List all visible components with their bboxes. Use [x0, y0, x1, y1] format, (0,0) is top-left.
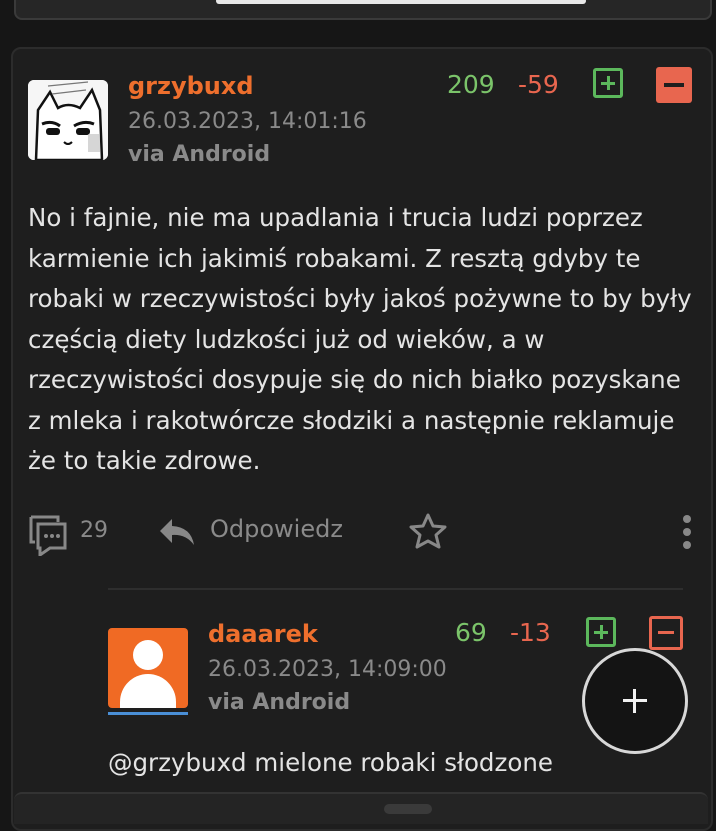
- add-comment-button[interactable]: [582, 648, 688, 754]
- reply-via: via Android: [208, 690, 351, 715]
- reply-score-minus: -13: [510, 618, 551, 647]
- comment-score-plus: 209: [447, 70, 495, 99]
- comment-date: 26.03.2023, 14:01:16: [128, 109, 367, 134]
- reply-upvote-button[interactable]: [586, 617, 616, 647]
- default-avatar-head: [133, 640, 163, 670]
- divider: [108, 588, 683, 590]
- more-vertical-icon[interactable]: [680, 514, 694, 554]
- default-avatar-body: [120, 674, 176, 708]
- comment-actions: 29 Odpowiedz: [28, 510, 698, 558]
- top-bar-handle: [216, 0, 586, 4]
- upvote-button[interactable]: [593, 68, 623, 98]
- top-bar: [14, 0, 712, 20]
- reply-arrow-icon[interactable]: [158, 516, 196, 552]
- comment-score-minus: -59: [518, 70, 559, 99]
- star-icon[interactable]: [408, 512, 448, 554]
- avatar[interactable]: [28, 80, 108, 160]
- avatar-underline: [108, 712, 188, 715]
- reply-avatar[interactable]: [108, 628, 188, 708]
- reply-body: @grzybuxd mielone robaki słodzone: [108, 748, 553, 777]
- bottom-bar-handle: [384, 804, 432, 814]
- downvote-button[interactable]: [656, 67, 692, 103]
- reply-author[interactable]: daaarek: [208, 620, 318, 648]
- comments-count: 29: [80, 518, 108, 543]
- comment-author[interactable]: grzybuxd: [128, 72, 254, 100]
- reply-downvote-button[interactable]: [649, 616, 683, 650]
- reply-score-plus: 69: [455, 618, 487, 647]
- reply-button[interactable]: Odpowiedz: [210, 515, 343, 543]
- comment-via: via Android: [128, 142, 271, 167]
- reply-body-text: mielone robaki słodzone: [246, 748, 553, 777]
- comments-icon[interactable]: [28, 514, 68, 560]
- comment-body: No i fajnie, nie ma upadlania i trucia l…: [28, 203, 692, 475]
- bottom-bar: [14, 792, 708, 824]
- reply-date: 26.03.2023, 14:09:00: [208, 657, 447, 682]
- reply-mention[interactable]: @grzybuxd: [108, 748, 247, 777]
